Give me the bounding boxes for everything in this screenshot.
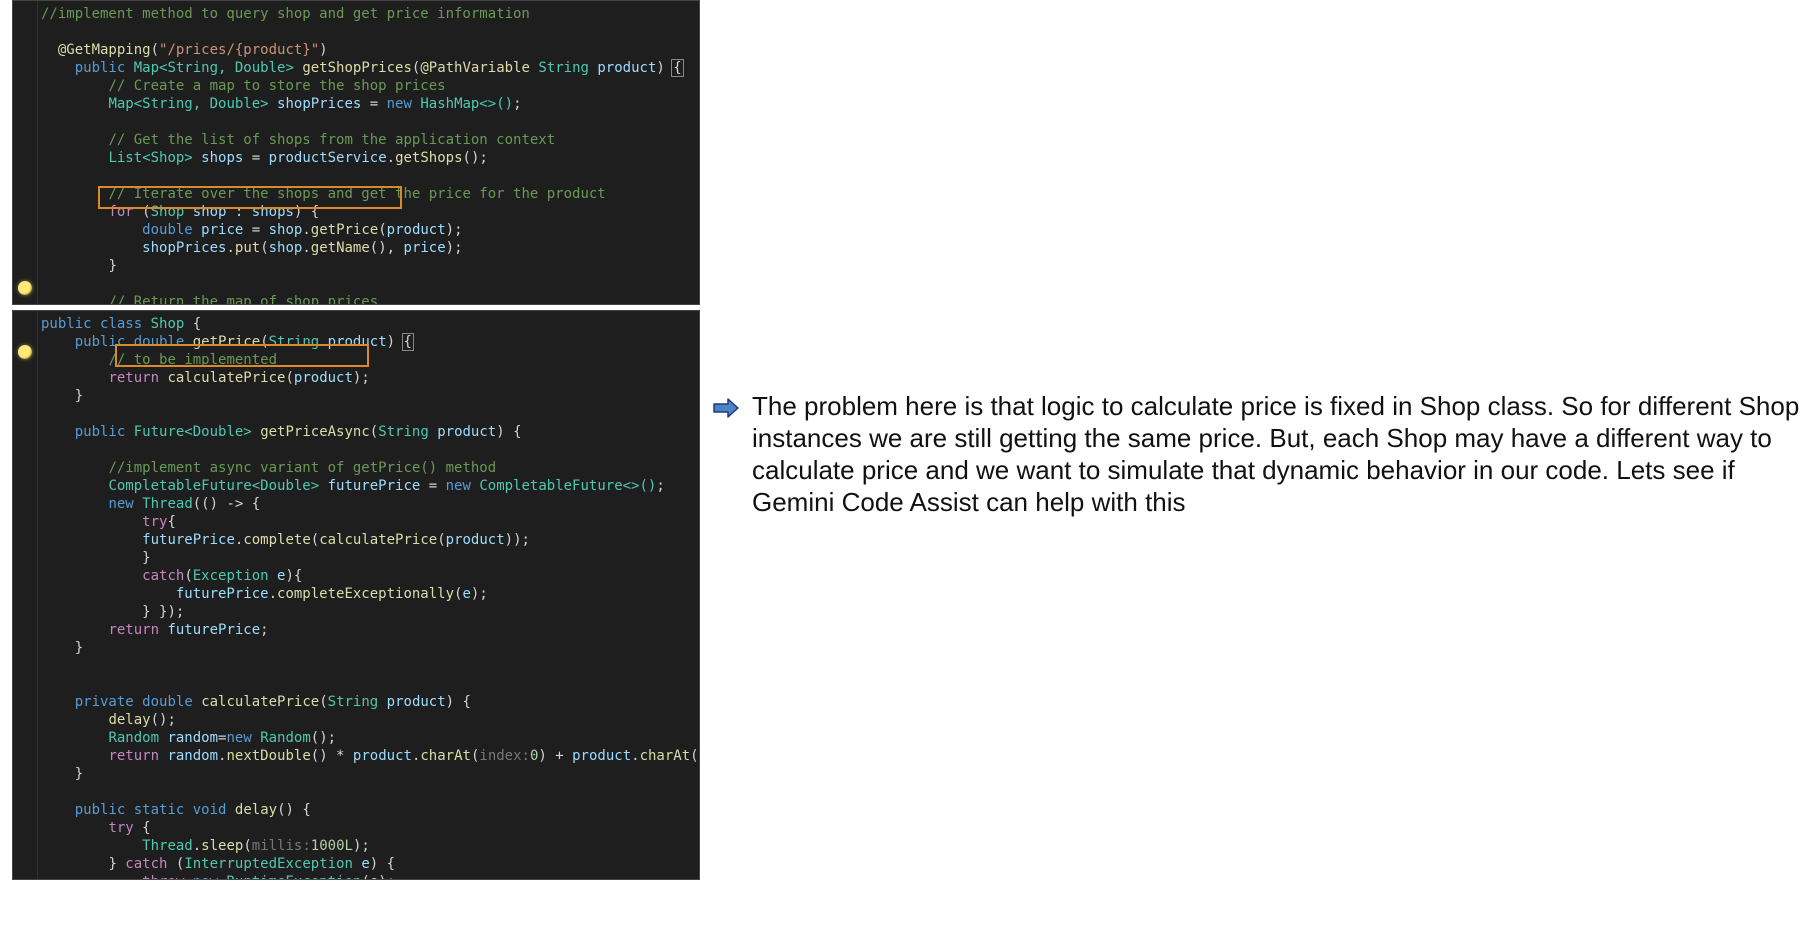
code-block-shop: public class Shop { public double getPri… [12, 310, 700, 880]
code-content: public class Shop { public double getPri… [13, 311, 699, 880]
arrow-right-icon [712, 397, 740, 419]
explanation-text: The problem here is that logic to calcul… [752, 390, 1802, 518]
gutter [13, 1, 38, 304]
lightbulb-icon[interactable] [18, 281, 32, 295]
lightbulb-icon[interactable] [18, 345, 32, 359]
gutter [13, 311, 38, 879]
code-block-controller: //implement method to query shop and get… [12, 0, 700, 305]
annotation: @GetMapping [58, 42, 151, 58]
comment: //implement method to query shop and get… [41, 6, 530, 22]
code-content: //implement method to query shop and get… [13, 1, 699, 305]
